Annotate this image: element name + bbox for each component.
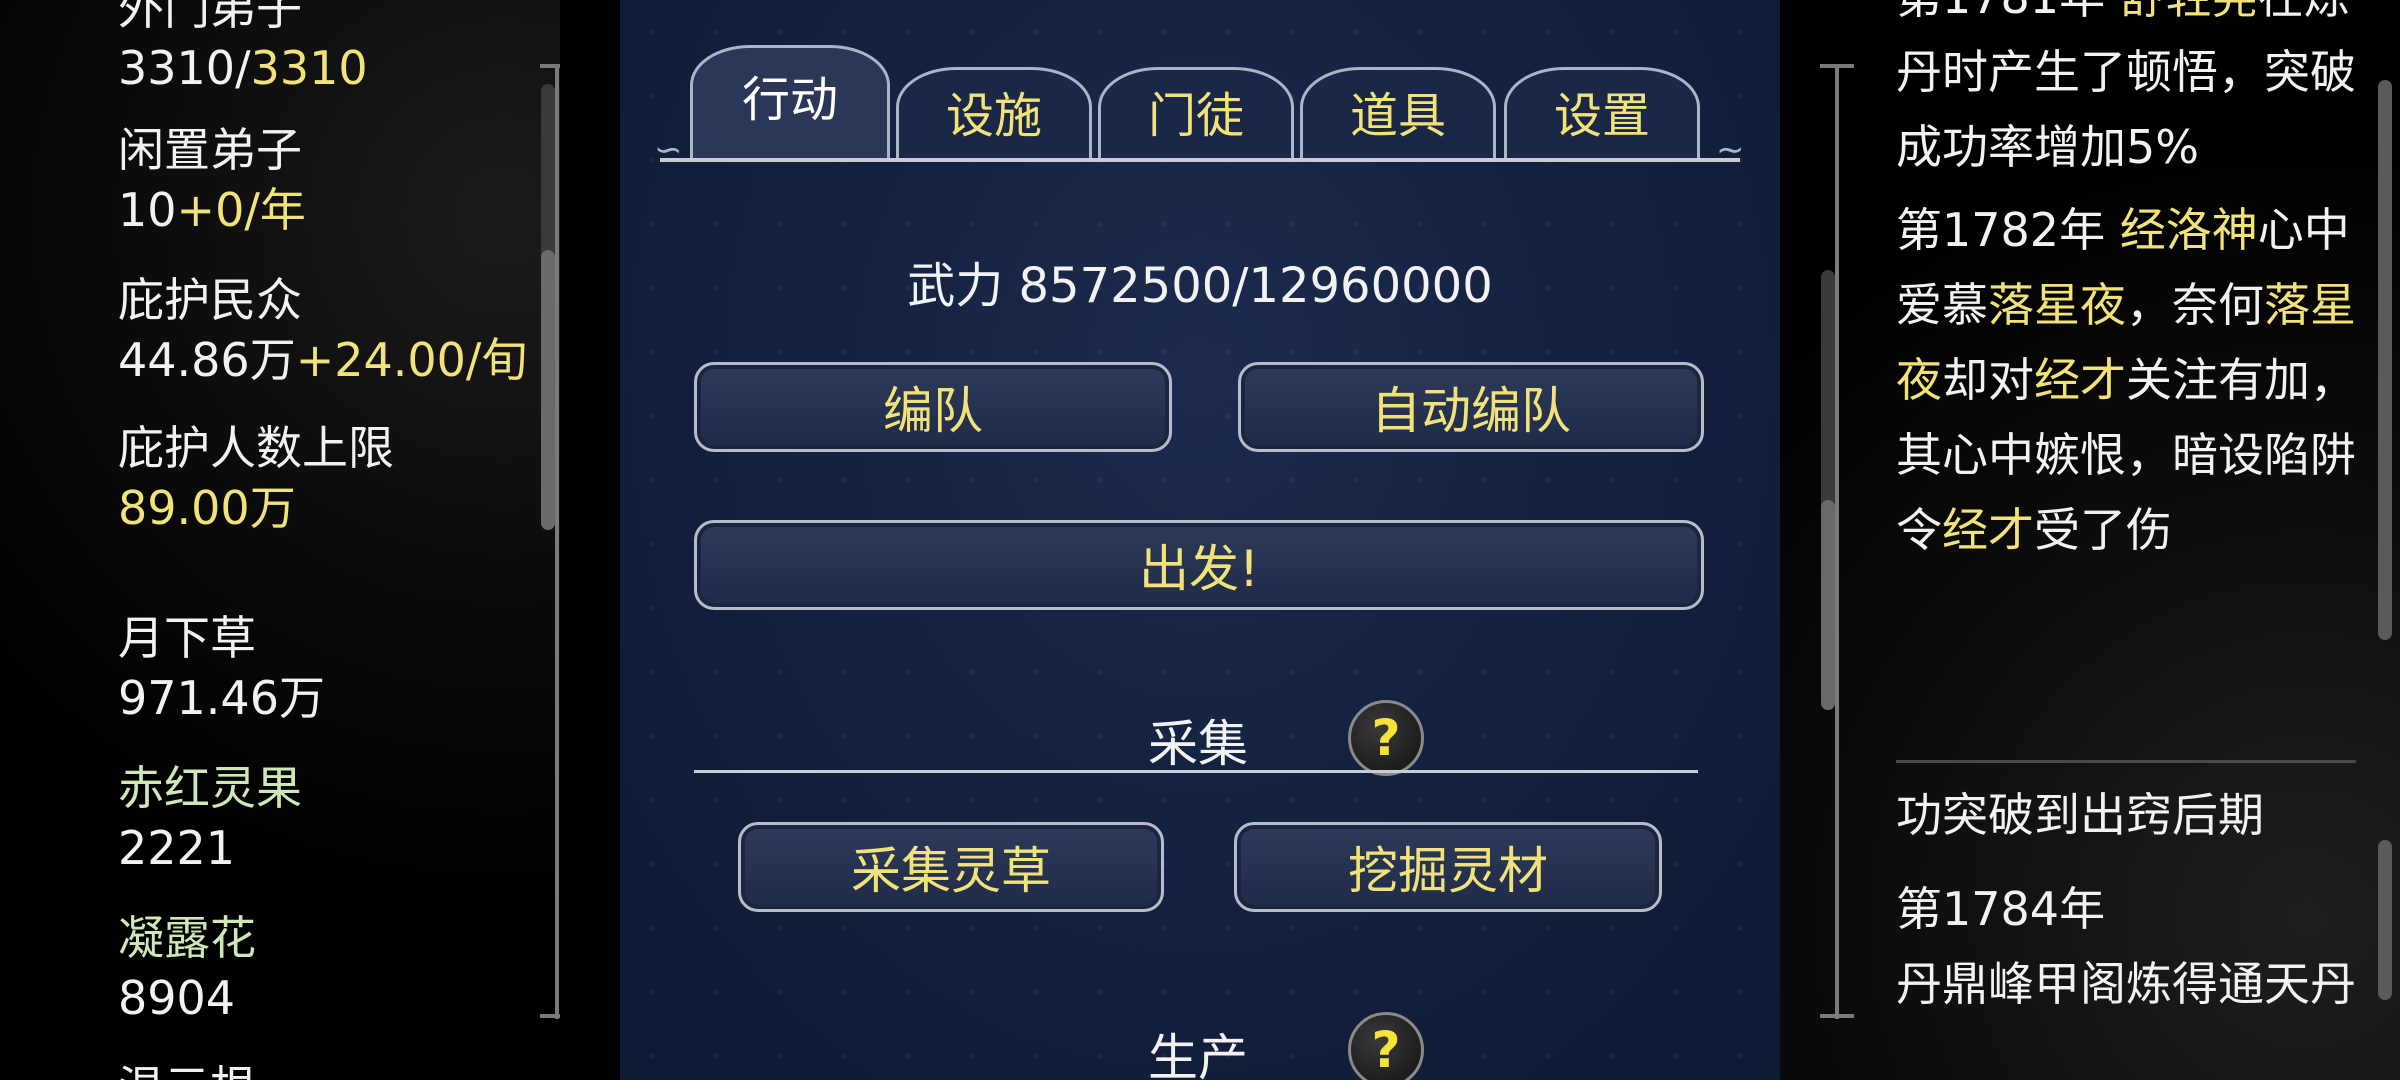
edge-scrollbar-thumb[interactable]	[2378, 80, 2392, 640]
tab-label: 道具	[1349, 88, 1446, 144]
stat-protection-limit: 庇护人数上限 89.00万	[118, 418, 394, 538]
scrollbar-track[interactable]	[1835, 64, 1839, 1019]
tab-label: 设施	[945, 88, 1042, 144]
stat-value: 8904	[118, 971, 236, 1025]
stat-value: 89.00万	[118, 481, 296, 535]
edge-scrollbar-thumb[interactable]	[2378, 840, 2392, 1000]
scrollbar-thumb-highlight	[1821, 500, 1835, 710]
tab-label: 设置	[1553, 88, 1650, 144]
stat-label: 温元根	[118, 1058, 256, 1080]
scrollbar-track[interactable]	[555, 64, 559, 1019]
stat-label: 赤红灵果	[118, 761, 302, 815]
stat-dew-flower: 凝露花 8904	[118, 908, 256, 1028]
tab-baseline	[660, 158, 1740, 162]
ornament-curl-icon: ∽	[654, 130, 683, 170]
tab-facilities[interactable]: 设施	[896, 40, 1092, 160]
dig-material-button[interactable]: 挖掘灵材	[1234, 822, 1662, 912]
log-text: 受了伤	[2034, 503, 2172, 557]
produce-section-title: 生产	[1148, 1029, 1248, 1080]
stat-rate: +0/年	[176, 183, 306, 237]
stat-value-max: 3310	[250, 41, 368, 95]
stat-value: 3310/	[118, 41, 251, 95]
log-text: ，奈何	[2126, 278, 2264, 332]
log-text: 功突破到出窍后期	[1896, 788, 2264, 842]
stat-red-fruit: 赤红灵果 2221	[118, 758, 302, 878]
log-name: 落星夜	[1988, 278, 2126, 332]
log-year: 第1782年	[1896, 203, 2120, 257]
ornament-curl-icon: ∼	[1716, 130, 1745, 170]
tab-action[interactable]: 行动	[690, 40, 890, 160]
stat-label: 外门弟子	[118, 0, 302, 35]
gather-section-title: 采集	[1148, 715, 1248, 773]
formation-button[interactable]: 编队	[694, 362, 1172, 452]
tab-settings[interactable]: 设置	[1504, 40, 1700, 160]
stat-rate: +24.00/旬	[295, 333, 528, 387]
log-year: 第1784年	[1896, 882, 2106, 936]
stat-value: 2221	[118, 821, 236, 875]
tab-disciples[interactable]: 门徒	[1098, 40, 1294, 160]
section-divider	[694, 770, 1698, 773]
produce-help-icon[interactable]: ?	[1348, 1012, 1424, 1080]
stat-label: 月下草	[118, 611, 256, 665]
tab-label: 门徒	[1147, 88, 1244, 144]
scrollbar-thumb-highlight	[541, 250, 555, 530]
stat-label: 庇护民众	[118, 273, 302, 327]
log-text: 丹鼎峰甲阁炼得通天丹	[1896, 957, 2356, 1011]
stat-label: 闲置弟子	[118, 123, 302, 177]
scroll-cap	[1820, 1014, 1854, 1018]
gather-herb-button[interactable]: 采集灵草	[738, 822, 1164, 912]
depart-button[interactable]: 出发!	[694, 520, 1704, 610]
stat-outer-disciples: 外门弟子 3310/3310	[118, 0, 368, 98]
stat-label: 凝露花	[118, 911, 256, 965]
tab-items[interactable]: 道具	[1300, 40, 1496, 160]
stat-warm-root: 温元根	[118, 1058, 256, 1080]
log-text: 却对	[1942, 353, 2034, 407]
log-entry: 第1781年 舒轻尧在炼丹时产生了顿悟，突破成功率增加5%	[1896, 0, 2366, 185]
event-log: 第1781年 舒轻尧在炼丹时产生了顿悟，突破成功率增加5% 第1782年 经洛神…	[1896, 0, 2366, 568]
log-name: 舒轻尧	[2120, 0, 2258, 24]
action-panel: 行动 设施 门徒 道具 设置 ∽ ∼ 武力 8572500/12960000 编…	[620, 0, 1780, 1080]
military-power-readout: 武力 8572500/12960000	[907, 258, 1493, 314]
log-text: 在炼丹时产生了顿悟，突破成功率增加5%	[1896, 0, 2356, 174]
gather-help-icon[interactable]: ?	[1348, 700, 1424, 776]
log-entry: 第1782年 经洛神心中爱慕落星夜，奈何落星夜却对经才关注有加，其心中嫉恨，暗设…	[1896, 193, 2366, 568]
scroll-cap	[540, 1014, 560, 1018]
log-name: 经洛神	[2119, 203, 2258, 257]
log-separator	[1896, 760, 2356, 763]
stat-value: 971.46万	[118, 671, 325, 725]
log-year: 第1781年	[1896, 0, 2120, 24]
auto-formation-button[interactable]: 自动编队	[1238, 362, 1704, 452]
stat-value: 44.86万	[118, 333, 296, 387]
log-entry: 功突破到出窍后期	[1896, 778, 2366, 853]
log-name: 经才	[2034, 353, 2126, 407]
log-name: 经才	[1942, 503, 2034, 557]
stat-value: 10	[118, 183, 177, 237]
stat-label: 庇护人数上限	[118, 421, 394, 475]
stat-moon-grass: 月下草 971.46万	[118, 608, 325, 728]
stat-idle-disciples: 闲置弟子 10+0/年	[118, 120, 306, 240]
resource-panel[interactable]: 外门弟子 3310/3310 闲置弟子 10+0/年 庇护民众 44.86万+2…	[0, 0, 560, 1080]
tab-label: 行动	[741, 72, 838, 128]
stat-protected-people: 庇护民众 44.86万+24.00/旬	[118, 270, 527, 390]
event-log-panel[interactable]: 第1781年 舒轻尧在炼丹时产生了顿悟，突破成功率增加5% 第1782年 经洛神…	[1780, 0, 2400, 1080]
log-entry: 第1784年 丹鼎峰甲阁炼得通天丹	[1896, 872, 2366, 1022]
